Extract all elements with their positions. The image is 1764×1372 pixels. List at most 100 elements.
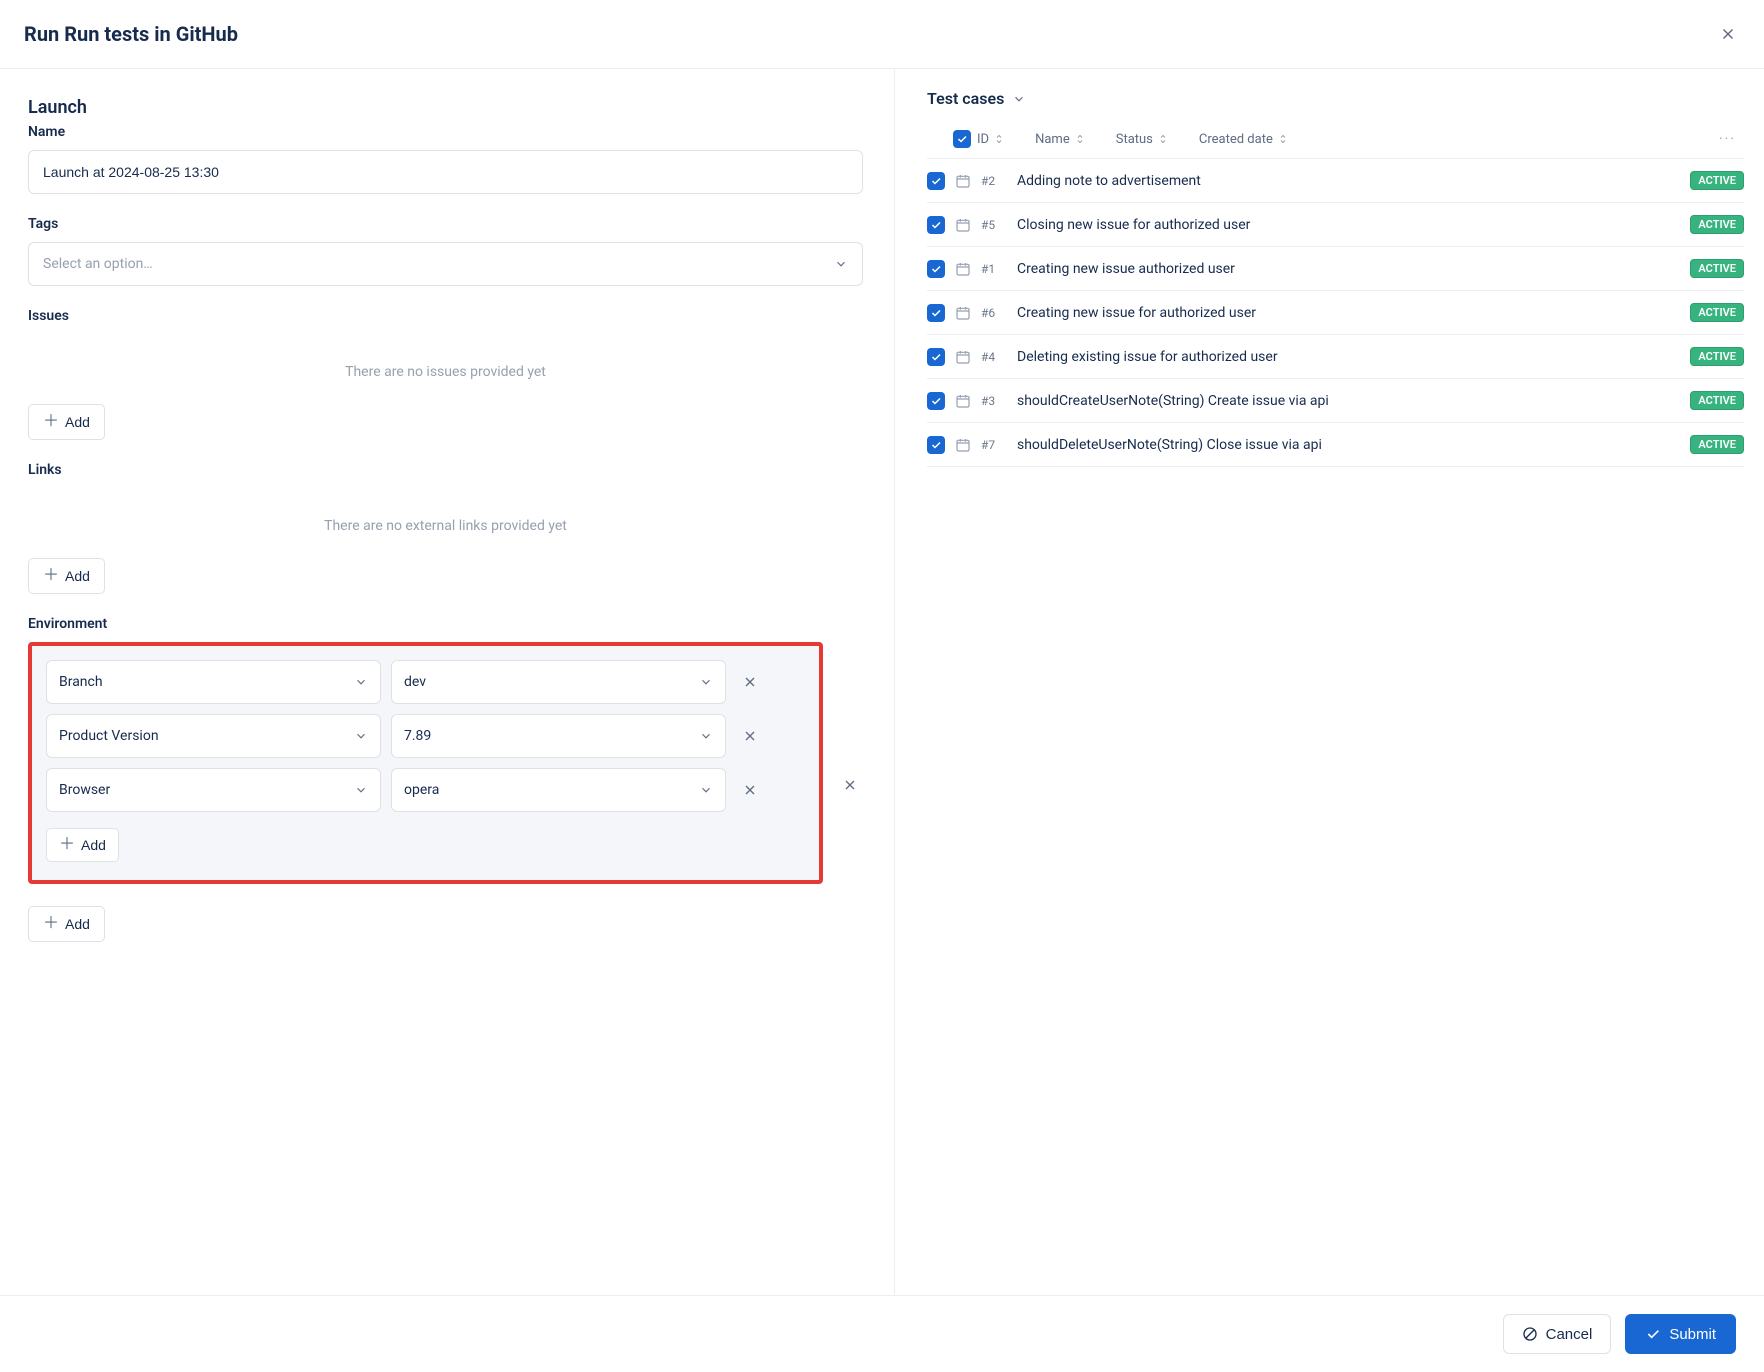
- testcase-row[interactable]: #7 shouldDeleteUserNote(String) Close iss…: [927, 423, 1744, 467]
- add-link-button[interactable]: ＋ Add: [28, 558, 105, 594]
- testcase-row[interactable]: #1Creating new issue authorized userACTI…: [927, 247, 1744, 291]
- add-label: Add: [65, 414, 90, 430]
- row-checkbox[interactable]: [927, 260, 945, 278]
- row-checkbox[interactable]: [927, 172, 945, 190]
- environment-block: Branch dev Product Version: [28, 642, 823, 884]
- env-row-delete[interactable]: [736, 668, 764, 696]
- close-icon: [742, 782, 758, 798]
- row-id: #5: [981, 218, 1007, 232]
- status-badge: ACTIVE: [1690, 215, 1744, 234]
- check-icon: [930, 263, 942, 275]
- automation-icon: [955, 217, 971, 233]
- col-id[interactable]: ID: [977, 132, 1005, 147]
- row-name: shouldCreateUserNote(String) Create issu…: [1017, 393, 1329, 409]
- row-checkbox[interactable]: [927, 348, 945, 366]
- row-name: Creating new issue for authorized user: [1017, 305, 1256, 321]
- issues-empty: There are no issues provided yet: [28, 334, 863, 404]
- env-row-delete[interactable]: [736, 776, 764, 804]
- row-id: #4: [981, 350, 1007, 364]
- env-group-delete[interactable]: [837, 772, 863, 798]
- row-id: #7: [981, 438, 1007, 452]
- check-icon: [1645, 1326, 1661, 1342]
- chevron-down-icon: [354, 729, 368, 743]
- launch-name-input[interactable]: [28, 150, 863, 194]
- launch-section-title: Launch: [28, 97, 866, 118]
- row-checkbox[interactable]: [927, 436, 945, 454]
- testcases-columns: ID Name Status Created date: [927, 124, 1744, 159]
- env-row: Browser opera: [46, 768, 805, 812]
- chevron-down-icon: [354, 783, 368, 797]
- add-env-var-button[interactable]: ＋ Add: [46, 828, 119, 862]
- row-checkbox[interactable]: [927, 392, 945, 410]
- automation-icon: [955, 437, 971, 453]
- plus-icon: ＋: [43, 414, 59, 430]
- plus-icon: ＋: [43, 916, 59, 932]
- links-empty: There are no external links provided yet: [28, 488, 863, 558]
- submit-button[interactable]: Submit: [1625, 1314, 1736, 1354]
- dialog-title: Run Run tests in GitHub: [24, 22, 238, 46]
- automation-icon: [955, 393, 971, 409]
- add-env-group-button[interactable]: ＋ Add: [28, 906, 105, 942]
- check-icon: [930, 219, 942, 231]
- tags-select[interactable]: Select an option…: [28, 242, 863, 286]
- env-value-select[interactable]: opera: [391, 768, 726, 812]
- testcase-row[interactable]: #2Adding note to advertisementACTIVE: [927, 159, 1744, 203]
- env-row: Branch dev: [46, 660, 805, 704]
- env-value-label: dev: [404, 674, 426, 690]
- chevron-down-icon: [834, 257, 848, 271]
- check-icon: [930, 307, 942, 319]
- automation-icon: [955, 349, 971, 365]
- close-button[interactable]: [1716, 22, 1740, 46]
- testcase-row[interactable]: #4Deleting existing issue for authorized…: [927, 335, 1744, 379]
- env-key-select[interactable]: Product Version: [46, 714, 381, 758]
- env-value-label: opera: [404, 782, 439, 798]
- sort-icon: [1277, 133, 1289, 145]
- status-badge: ACTIVE: [1690, 171, 1744, 190]
- row-name: shouldDeleteUserNote(String) Close issue…: [1017, 437, 1322, 453]
- select-all-checkbox[interactable]: [953, 130, 971, 148]
- submit-label: Submit: [1669, 1326, 1716, 1343]
- check-icon: [930, 175, 942, 187]
- testcases-title: Test cases: [927, 89, 1004, 108]
- close-icon: [742, 674, 758, 690]
- add-issue-button[interactable]: ＋ Add: [28, 404, 105, 440]
- testcase-row[interactable]: #6 Creating new issue for authorized user…: [927, 291, 1744, 335]
- environment-group: Branch dev Product Version: [28, 642, 866, 884]
- row-checkbox[interactable]: [927, 216, 945, 234]
- row-id: #2: [981, 174, 1007, 188]
- check-icon: [930, 395, 942, 407]
- env-row: Product Version 7.89: [46, 714, 805, 758]
- testcase-row[interactable]: #5Closing new issue for authorized userA…: [927, 203, 1744, 247]
- env-key-select[interactable]: Branch: [46, 660, 381, 704]
- row-checkbox[interactable]: [927, 304, 945, 322]
- testcase-row[interactable]: #3 shouldCreateUserNote(String) Create is…: [927, 379, 1744, 423]
- columns-more-button[interactable]: ···: [1719, 131, 1744, 147]
- col-status[interactable]: Status: [1116, 132, 1169, 147]
- col-name[interactable]: Name: [1035, 132, 1086, 147]
- automation-icon: [955, 173, 971, 189]
- row-id: #6: [981, 306, 1007, 320]
- check-icon: [956, 133, 968, 145]
- env-value-label: 7.89: [404, 728, 431, 744]
- chevron-down-icon: [1012, 92, 1026, 106]
- issues-label: Issues: [28, 308, 866, 324]
- row-id: #3: [981, 394, 1007, 408]
- env-row-delete[interactable]: [736, 722, 764, 750]
- automation-icon: [955, 261, 971, 277]
- chevron-down-icon: [354, 675, 368, 689]
- status-badge: ACTIVE: [1690, 435, 1744, 454]
- status-badge: ACTIVE: [1690, 303, 1744, 322]
- env-value-select[interactable]: dev: [391, 660, 726, 704]
- env-value-select[interactable]: 7.89: [391, 714, 726, 758]
- plus-icon: ＋: [59, 837, 75, 853]
- testcases-header[interactable]: Test cases: [927, 89, 1744, 108]
- env-key-select[interactable]: Browser: [46, 768, 381, 812]
- env-key-label: Product Version: [59, 728, 159, 744]
- env-key-label: Browser: [59, 782, 110, 798]
- automation-icon: [955, 305, 971, 321]
- plus-icon: ＋: [43, 568, 59, 584]
- col-created[interactable]: Created date: [1199, 132, 1289, 147]
- cancel-button[interactable]: Cancel: [1503, 1314, 1612, 1354]
- cancel-icon: [1522, 1326, 1538, 1342]
- links-label: Links: [28, 462, 866, 478]
